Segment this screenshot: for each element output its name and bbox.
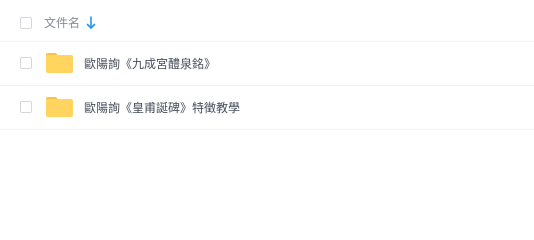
filename-column-header[interactable]: 文件名	[44, 15, 80, 31]
list-item[interactable]: 歐陽詢《皇甫誕碑》特徵教學	[0, 86, 534, 130]
arrow-down-icon[interactable]	[86, 16, 96, 30]
file-name[interactable]: 歐陽詢《九成宮醴泉銘》	[84, 56, 216, 72]
row-checkbox[interactable]	[20, 101, 32, 113]
folder-icon	[46, 53, 73, 73]
select-all-checkbox[interactable]	[20, 17, 32, 29]
folder-icon	[46, 97, 73, 117]
list-header: 文件名	[0, 0, 534, 42]
file-name[interactable]: 歐陽詢《皇甫誕碑》特徵教學	[84, 100, 240, 116]
list-item[interactable]: 歐陽詢《九成宮醴泉銘》	[0, 42, 534, 86]
file-list: 文件名 歐陽詢《九成宮醴泉銘》 歐陽詢《皇甫誕碑》特徵教學	[0, 0, 534, 224]
row-checkbox[interactable]	[20, 57, 32, 69]
